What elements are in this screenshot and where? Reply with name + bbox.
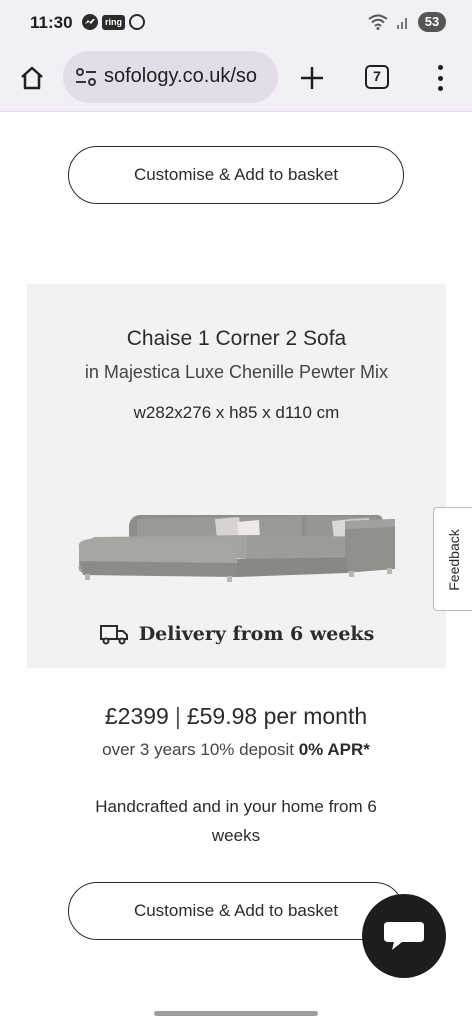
apr-text: 0% APR* [298,740,370,759]
customise-add-to-basket-button-bottom[interactable]: Customise & Add to basket [68,882,404,940]
site-settings-icon[interactable] [75,67,97,87]
overflow-menu-icon[interactable] [430,63,450,93]
price-separator: | [174,703,181,729]
handcrafted-text: Handcrafted and in your home from 6 week… [95,797,377,845]
home-indicator[interactable] [154,1011,318,1016]
delivery-truck-icon [99,625,128,645]
product-fabric: in Majestica Luxe Chenille Pewter Mix [84,362,389,382]
finance-prefix: over 3 years 10% deposit [102,740,294,759]
delivery-info: Delivery from 6 weeks [27,623,446,645]
home-icon [21,66,43,90]
status-bar: 11:30 ring 53 [0,0,472,46]
chat-button[interactable] [362,894,446,978]
finance-terms: over 3 years 10% deposit 0% APR* [0,740,472,760]
customise-add-to-basket-button-top[interactable]: Customise & Add to basket [68,146,404,204]
product-name: Chaise 1 Corner 2 Sofa [126,327,347,350]
product-card: Chaise 1 Corner 2 Sofa in Majestica Luxe… [27,284,446,668]
home-button[interactable] [16,62,48,94]
signal-icon [397,18,407,29]
status-time: 11:30 [30,13,73,32]
notification-icons: ring [82,14,145,30]
price-line: £2399 | £59.98 per month [0,703,472,730]
new-tab-icon[interactable] [297,63,327,93]
messenger-icon [82,14,98,30]
battery-indicator: 53 [418,12,446,32]
ring-icon: ring [102,14,125,30]
monthly-price: £59.98 per month [186,703,368,729]
browser-toolbar: sofology.co.uk/so 7 [0,46,472,112]
url-text: sofology.co.uk/so [104,65,258,87]
address-bar[interactable]: sofology.co.uk/so [63,51,278,103]
system-icons: 53 [368,12,446,32]
price: £2399 [104,703,169,729]
delivery-text: Delivery from 6 weeks [138,623,375,645]
product-dimensions: w282x276 x h85 x d110 cm [133,403,340,422]
sofa-image [78,515,395,582]
feedback-tab[interactable]: Feedback [433,507,472,611]
whatsapp-icon [129,14,145,30]
tab-switcher-button[interactable]: 7 [365,65,389,89]
feedback-label: Feedback [446,529,462,591]
chat-icon [384,922,424,950]
wifi-icon [368,14,388,30]
